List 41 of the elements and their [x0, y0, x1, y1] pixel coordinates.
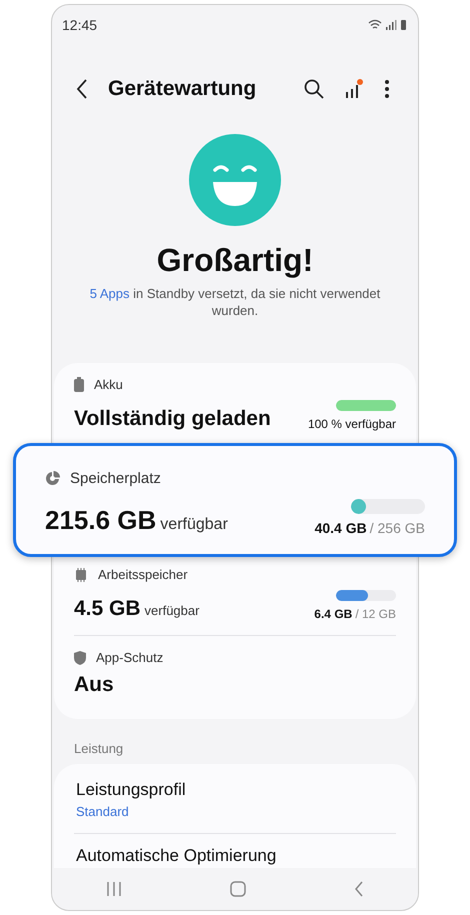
home-icon[interactable] — [230, 881, 246, 898]
used-amount: 6.4 GB — [314, 607, 352, 622]
total-amount: / 256 GB — [370, 520, 425, 536]
row-value: Aus — [74, 673, 114, 698]
apps-link[interactable]: 5 Apps — [90, 286, 130, 302]
row-label: Arbeitsspeicher — [98, 567, 188, 582]
shield-icon — [74, 650, 86, 665]
status-row[interactable]: Arbeitsspeicher 4.5 GB verfügbar 6.4 GB / 12 GB — [74, 563, 396, 630]
page-title: Gerätewartung — [108, 76, 258, 101]
row-label: Akku — [94, 377, 123, 392]
status-time: 12:45 — [62, 16, 98, 33]
row-value: 4.5 GB — [74, 597, 141, 622]
more-options-icon[interactable] — [384, 78, 390, 99]
search-icon[interactable] — [304, 78, 324, 99]
row-label: Speicherplatz — [70, 470, 161, 488]
row-value: 215.6 GB — [45, 505, 156, 536]
setting-value: Standard — [76, 804, 130, 820]
recent-apps-icon[interactable] — [106, 882, 122, 896]
value-unit: verfügbar — [160, 516, 228, 534]
row-value: Vollständig geladen — [74, 407, 271, 432]
status-message: 5 Apps in Standby versetzt, da sie nicht verwendet wurden. — [88, 285, 382, 320]
status-icons — [368, 18, 408, 31]
setting-title[interactable]: Automatische Optimierung — [76, 846, 394, 866]
pie-chart-icon — [45, 471, 60, 486]
battery-icon — [74, 377, 84, 392]
back-nav-icon[interactable] — [354, 881, 364, 898]
section-title: Leistung — [74, 741, 124, 756]
back-icon[interactable] — [76, 78, 88, 99]
bar-chart-icon[interactable] — [344, 78, 364, 100]
bar-reading: 100 % verfügbar — [308, 417, 396, 432]
row-label: App-Schutz — [96, 650, 164, 666]
status-heading: Großartig! — [156, 242, 314, 280]
used-amount: 40.4 GB — [314, 520, 367, 536]
value-unit: verfügbar — [144, 603, 200, 618]
setting-title[interactable]: Leistungsprofil — [76, 780, 394, 800]
highlighted-card[interactable]: Speicherplatz 215.6 GB verfügbar 40.4 GB / 256 GB — [13, 443, 457, 558]
smiley-icon — [189, 134, 281, 226]
status-row[interactable]: Akku Vollständig geladen 100 % verfügbar — [74, 373, 396, 440]
total-amount: / 12 GB — [355, 607, 396, 622]
status-row[interactable]: App-Schutz Aus — [74, 646, 396, 706]
chip-icon — [74, 568, 88, 582]
